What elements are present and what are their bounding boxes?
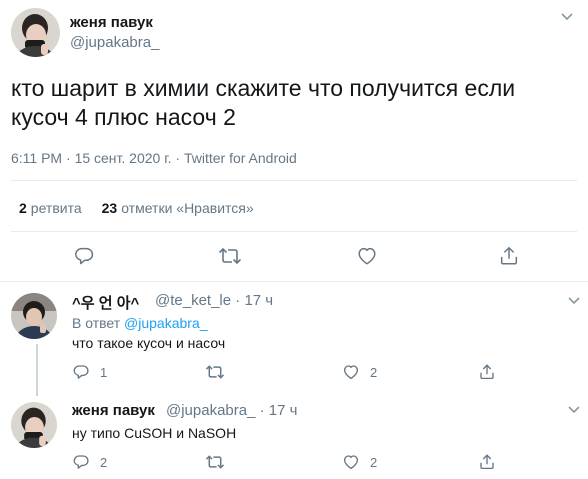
- tweet-text-line-1: кто шарит в химии скажите что получится …: [11, 75, 516, 101]
- author-handle[interactable]: @jupakabra_: [70, 34, 159, 51]
- share-icon: [480, 364, 494, 380]
- like-button[interactable]: [356, 245, 378, 267]
- heart-icon: [358, 247, 376, 265]
- share-icon: [480, 454, 494, 470]
- retweet-icon: [218, 247, 242, 265]
- reply-tweet[interactable]: ^우 언 아^ @te_ket_le · 17 ч В ответ @jupak…: [0, 283, 588, 396]
- author-name[interactable]: женя павук: [72, 402, 155, 419]
- reply-count: 2: [100, 454, 108, 470]
- heart-icon: [343, 365, 359, 380]
- reply-to-handle[interactable]: @jupakabra_: [124, 315, 208, 331]
- tweet-stats: 2 ретвита 23 отметки «Нравится»: [19, 200, 254, 216]
- chevron-down-icon[interactable]: [560, 12, 574, 22]
- retweets-stat[interactable]: 2 ретвита: [19, 200, 82, 216]
- avatar[interactable]: [11, 402, 57, 448]
- like-button[interactable]: 2: [342, 453, 377, 471]
- like-count: 2: [370, 454, 378, 470]
- likes-stat[interactable]: 23 отметки «Нравится»: [102, 200, 254, 216]
- reply-to: В ответ @jupakabra_: [72, 315, 208, 331]
- divider: [11, 180, 577, 181]
- tweet-text: ну типо CuSOH и NaSOH: [72, 425, 237, 441]
- reply-icon: [75, 247, 94, 265]
- tweet-meta: 6:11 PM · 15 сент. 2020 г. · Twitter for…: [11, 150, 297, 166]
- avatar[interactable]: [11, 293, 57, 339]
- reply-to-prefix: В ответ: [72, 315, 121, 331]
- share-icon: [500, 246, 518, 265]
- author-handle[interactable]: @jupakabra_: [166, 402, 255, 419]
- reply-icon: [73, 365, 89, 379]
- author-name[interactable]: женя павук: [70, 14, 153, 31]
- reply-count: 1: [100, 364, 108, 380]
- retweet-icon: [205, 365, 225, 379]
- meta-separator: ·: [235, 292, 241, 309]
- author-handle-line: @jupakabra_ · 17 ч: [166, 402, 297, 419]
- chevron-down-icon[interactable]: [567, 296, 581, 306]
- reply-tweet[interactable]: женя павук @jupakabra_ · 17 ч ну типо Cu…: [0, 396, 588, 479]
- main-tweet: женя павук @jupakabra_ кто шарит в химии…: [0, 0, 588, 282]
- tweet-text: кто шарит в химии скажите что получится …: [11, 74, 571, 132]
- meta-separator: ·: [66, 150, 71, 166]
- share-button[interactable]: [498, 245, 520, 267]
- author-handle[interactable]: @te_ket_le: [155, 292, 231, 309]
- reply-icon: [73, 455, 89, 469]
- tweet-text: что такое кусоч и насоч: [72, 335, 226, 351]
- tweet-date[interactable]: 15 сент. 2020 г.: [75, 150, 172, 166]
- thread-line: [36, 344, 38, 396]
- author-handle-line: @te_ket_le · 17 ч: [155, 292, 273, 309]
- retweets-count: 2: [19, 200, 27, 216]
- like-button[interactable]: 2: [342, 363, 377, 381]
- tweet-text-line-2: кусоч 4 плюс насоч 2: [11, 104, 236, 130]
- tweet-time[interactable]: 17 ч: [244, 292, 273, 309]
- likes-label: отметки «Нравится»: [121, 200, 254, 216]
- tweet-time[interactable]: 17 ч: [269, 402, 298, 419]
- share-button[interactable]: [478, 363, 496, 381]
- reply-button[interactable]: [73, 245, 95, 267]
- tweet-time[interactable]: 6:11 PM: [11, 150, 62, 166]
- retweet-button[interactable]: [205, 363, 235, 381]
- retweet-icon: [205, 455, 225, 469]
- retweet-button[interactable]: [205, 453, 235, 471]
- avatar[interactable]: [11, 8, 60, 57]
- retweets-label: ретвита: [30, 200, 82, 216]
- author-name[interactable]: ^우 언 아^: [72, 292, 139, 313]
- tweet-source[interactable]: Twitter for Android: [184, 150, 297, 166]
- reply-button[interactable]: 1: [72, 363, 107, 381]
- divider: [11, 231, 577, 232]
- meta-separator: ·: [259, 402, 265, 419]
- chevron-down-icon[interactable]: [567, 405, 581, 415]
- likes-count: 23: [101, 200, 118, 216]
- meta-separator: ·: [175, 150, 181, 166]
- heart-icon: [343, 455, 359, 470]
- like-count: 2: [370, 364, 378, 380]
- retweet-button[interactable]: [218, 245, 242, 267]
- reply-button[interactable]: 2: [72, 453, 107, 471]
- share-button[interactable]: [478, 453, 496, 471]
